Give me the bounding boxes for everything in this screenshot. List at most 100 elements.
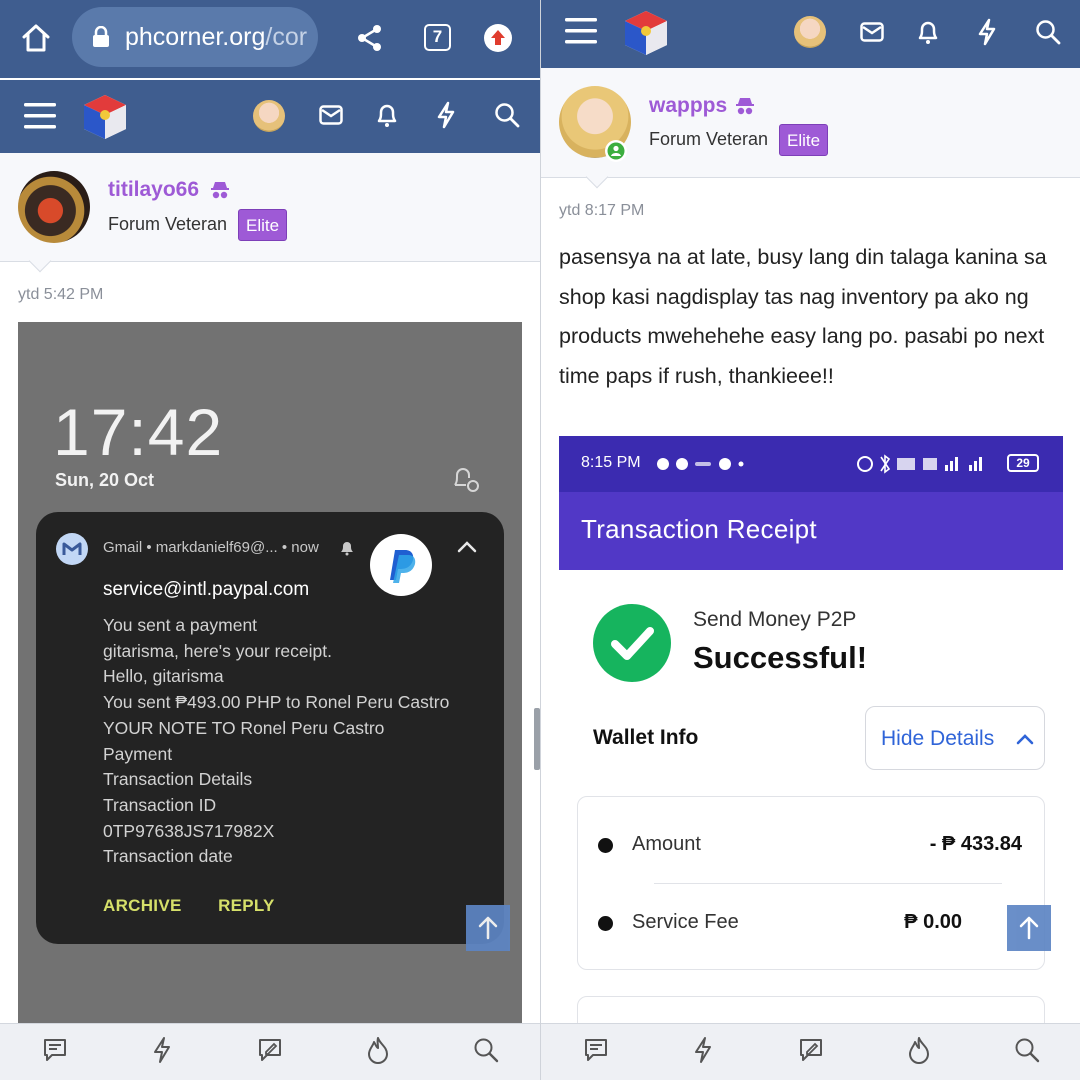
url-path: /cor bbox=[265, 23, 308, 51]
notification-line: YOUR NOTE TO Ronel Peru Castro bbox=[103, 717, 385, 738]
search-icon[interactable] bbox=[494, 102, 520, 128]
notification-app-line: Gmail • markdanielf69@... • now bbox=[103, 539, 319, 556]
author-title: Forum Veteran bbox=[649, 129, 769, 149]
hide-details-label: Hide Details bbox=[881, 727, 995, 750]
chat-icon[interactable] bbox=[583, 1037, 609, 1063]
bolt-icon[interactable] bbox=[436, 101, 456, 129]
tab-count-button[interactable]: 7 bbox=[424, 24, 451, 51]
edit-icon[interactable] bbox=[257, 1037, 283, 1063]
detail-value: - ₱ 433.84 bbox=[929, 833, 1022, 855]
battery-indicator: 29 bbox=[1007, 454, 1039, 472]
archive-button[interactable]: ARCHIVE bbox=[103, 896, 182, 916]
author-username[interactable]: wappps bbox=[649, 94, 727, 118]
scroll-to-top-button[interactable] bbox=[1007, 905, 1051, 951]
post-time[interactable]: ytd 5:42 PM bbox=[18, 286, 103, 304]
notification-actions: ARCHIVE REPLY bbox=[103, 896, 307, 916]
forum-header bbox=[0, 80, 540, 153]
status-time: 8:15 PM bbox=[581, 454, 641, 471]
menu-icon[interactable] bbox=[565, 17, 597, 45]
notification-title: service@intl.paypal.com bbox=[103, 579, 310, 600]
url-bar[interactable]: phcorner.org/cor bbox=[72, 7, 318, 67]
share-icon[interactable] bbox=[356, 24, 384, 52]
notification-line: Transaction ID bbox=[103, 794, 217, 815]
receipt-appbar: Transaction Receipt bbox=[559, 492, 1063, 570]
notification-line: Hello, gitarisma bbox=[103, 666, 224, 687]
notification-line: Payment bbox=[103, 743, 173, 764]
notification-line: 0TP97638JS717982X bbox=[103, 820, 275, 841]
phone-status-bar: 8:15 PM 29 bbox=[559, 436, 1063, 492]
chevron-up-icon[interactable] bbox=[456, 540, 478, 554]
edit-icon[interactable] bbox=[798, 1037, 824, 1063]
home-icon[interactable] bbox=[20, 22, 52, 54]
author-title: Forum Veteran bbox=[108, 214, 228, 234]
alarm-settings-icon bbox=[454, 468, 479, 492]
post-author-block: wappps Forum Veteran Elite bbox=[541, 68, 1080, 178]
search-icon[interactable] bbox=[473, 1037, 499, 1063]
fire-icon[interactable] bbox=[907, 1036, 931, 1064]
arrow-up-icon bbox=[1019, 916, 1039, 940]
url-host: phcorner.org bbox=[125, 23, 266, 51]
forum-header bbox=[541, 0, 1080, 68]
author-badge: Elite bbox=[779, 124, 829, 156]
gmail-notification[interactable]: Gmail • markdanielf69@... • now service@… bbox=[36, 512, 504, 944]
wallet-details-card: Amount - ₱ 433.84 Service Fee ₱ 0.00 bbox=[577, 796, 1045, 970]
chat-icon[interactable] bbox=[42, 1037, 68, 1063]
bolt-icon[interactable] bbox=[693, 1036, 713, 1064]
post-image-lockscreen[interactable]: 17:42 Sun, 20 Oct Gmail • markdanielf69@… bbox=[18, 322, 522, 1023]
incognito-icon bbox=[736, 98, 754, 115]
browser-toolbar: phcorner.org/cor 7 bbox=[0, 0, 540, 78]
author-username[interactable]: titilayo66 bbox=[108, 178, 199, 202]
post-message: pasensya na at late, busy lang din talag… bbox=[559, 245, 1047, 388]
author-avatar[interactable] bbox=[18, 171, 90, 243]
author-badge: Elite bbox=[238, 209, 288, 241]
detail-label: Service Fee bbox=[632, 911, 739, 933]
notification-line: Transaction Details bbox=[103, 769, 253, 790]
detail-row-amount: Amount - ₱ 433.84 bbox=[598, 827, 1022, 867]
lockscreen-date: Sun, 20 Oct bbox=[55, 470, 155, 490]
wallet-info-label: Wallet Info bbox=[593, 726, 699, 749]
bottom-nav bbox=[0, 1023, 540, 1080]
search-icon[interactable] bbox=[1035, 19, 1061, 45]
receipt-title: Transaction Receipt bbox=[581, 514, 817, 544]
bottom-nav bbox=[541, 1023, 1080, 1080]
row-divider bbox=[654, 883, 1002, 884]
scroll-to-top-button[interactable] bbox=[466, 905, 510, 951]
update-icon[interactable] bbox=[484, 24, 512, 52]
mail-icon[interactable] bbox=[319, 105, 343, 125]
fire-icon[interactable] bbox=[366, 1036, 390, 1064]
notification-body: You sent a payment gitarisma, here's you… bbox=[103, 613, 449, 870]
bullet bbox=[598, 916, 613, 931]
post-author-block: titilayo66 Forum Veteran Elite bbox=[0, 153, 540, 262]
status-system-icons bbox=[857, 454, 982, 474]
transaction-type: Send Money P2P bbox=[693, 608, 857, 631]
hide-details-button[interactable]: Hide Details bbox=[865, 706, 1045, 770]
mail-icon[interactable] bbox=[860, 22, 884, 42]
url-text: phcorner.org/cor bbox=[125, 23, 307, 52]
bell-icon[interactable] bbox=[917, 19, 939, 45]
detail-value: ₱ 0.00 bbox=[904, 911, 962, 933]
post-time[interactable]: ytd 8:17 PM bbox=[559, 202, 644, 220]
next-card bbox=[577, 996, 1045, 1026]
left-screenshot: phcorner.org/cor 7 titilayo66 Forum Vete… bbox=[0, 0, 540, 1080]
arrow-up-icon bbox=[478, 916, 498, 940]
logo[interactable] bbox=[621, 8, 671, 58]
bell-icon bbox=[341, 542, 353, 556]
lockscreen-clock: 17:42 bbox=[53, 395, 224, 469]
check-icon bbox=[593, 604, 671, 682]
transaction-status: Successful! bbox=[693, 640, 868, 675]
post-image-receipt[interactable]: 8:15 PM 29 Transaction Receipt Send Mone… bbox=[559, 436, 1063, 1026]
user-avatar[interactable] bbox=[253, 100, 285, 132]
reply-button[interactable]: REPLY bbox=[218, 896, 275, 916]
bolt-icon[interactable] bbox=[977, 18, 997, 46]
right-screenshot: wappps Forum Veteran Elite ytd 8:17 PM p… bbox=[540, 0, 1080, 1080]
user-avatar[interactable] bbox=[794, 16, 826, 48]
incognito-icon bbox=[211, 182, 229, 199]
menu-icon[interactable] bbox=[24, 102, 56, 130]
status-app-icons bbox=[657, 458, 744, 470]
online-dot bbox=[605, 140, 627, 162]
search-icon[interactable] bbox=[1014, 1037, 1040, 1063]
bell-icon[interactable] bbox=[376, 102, 398, 128]
bolt-icon[interactable] bbox=[152, 1036, 172, 1064]
logo[interactable] bbox=[80, 92, 130, 142]
detail-label: Amount bbox=[632, 833, 701, 855]
